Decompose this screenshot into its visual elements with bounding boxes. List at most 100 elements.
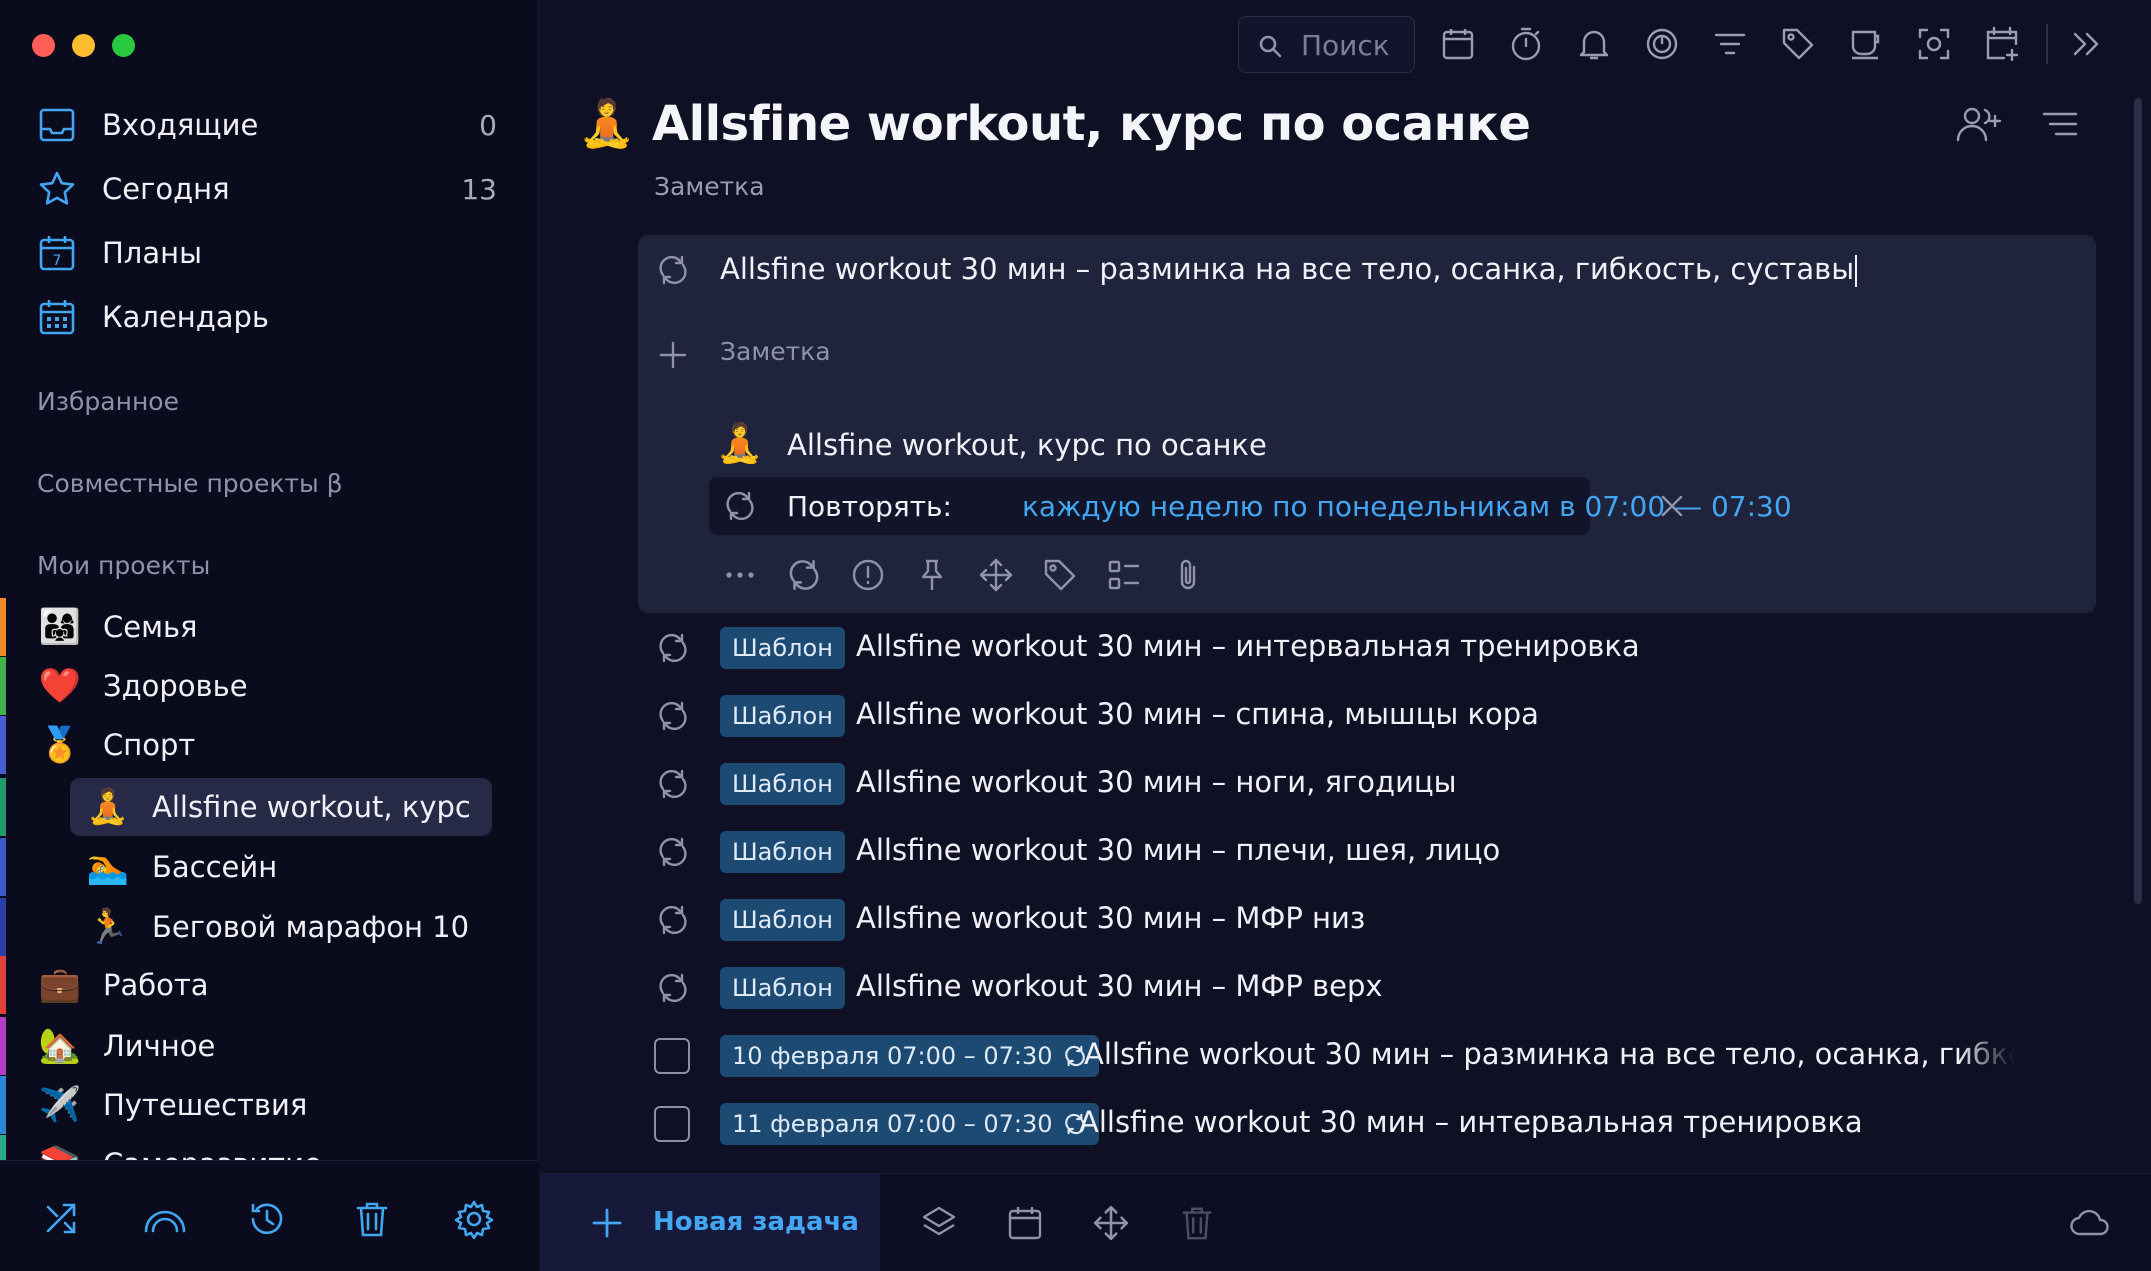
scrollbar-thumb[interactable] bbox=[2134, 98, 2142, 904]
project-allsfine[interactable]: 🧘 Allsfine workout, курс по осанке bbox=[0, 778, 539, 836]
project-color-bar bbox=[0, 1017, 6, 1075]
repeat-icon[interactable] bbox=[656, 253, 690, 287]
search-icon bbox=[1257, 33, 1283, 59]
repeat-icon bbox=[656, 767, 690, 801]
task-title[interactable]: Allsfine workout 30 мин – МФР верх bbox=[856, 969, 1383, 1003]
priority-icon[interactable] bbox=[850, 557, 886, 593]
trash-icon[interactable] bbox=[352, 1199, 392, 1239]
nav-label: Сегодня bbox=[102, 172, 230, 206]
nav-inbox[interactable]: Входящие 0 bbox=[0, 96, 539, 154]
project-label: Личное bbox=[103, 1029, 216, 1063]
move-icon[interactable] bbox=[1092, 1204, 1130, 1242]
task-row[interactable]: Шаблон Allsfine workout 30 мин – плечи, … bbox=[638, 818, 2096, 886]
task-title-input[interactable]: Allsfine workout 30 мин – разминка на вс… bbox=[720, 252, 1858, 287]
history-icon[interactable] bbox=[247, 1199, 287, 1239]
tag-icon[interactable] bbox=[1780, 26, 1816, 62]
pomodoro-icon[interactable] bbox=[1644, 26, 1680, 62]
project-health[interactable]: ❤️ Здоровье bbox=[0, 657, 539, 715]
task-row[interactable]: Шаблон Allsfine workout 30 мин – интерва… bbox=[638, 614, 2096, 682]
rainbow-icon[interactable] bbox=[143, 1199, 187, 1239]
inbox-icon bbox=[37, 105, 77, 145]
project-personal[interactable]: 🏡 Личное bbox=[0, 1017, 539, 1075]
task-row[interactable]: 10 февраля 07:00 – 07:30 Allsfine workou… bbox=[638, 1022, 2096, 1090]
project-marathon[interactable]: 🏃 Беговой марафон 10 км, 2024 bbox=[0, 898, 539, 956]
project-travel[interactable]: ✈️ Путешествия bbox=[0, 1076, 539, 1134]
cloud-icon[interactable] bbox=[2068, 1204, 2112, 1242]
close-window-button[interactable] bbox=[32, 34, 55, 57]
more-icon[interactable] bbox=[722, 557, 758, 593]
date-badge-text: 11 февраля 07:00 – 07:30 bbox=[732, 1110, 1053, 1138]
project-work[interactable]: 💼 Работа bbox=[0, 956, 539, 1014]
task-row[interactable]: Шаблон Allsfine workout 30 мин – МФР низ bbox=[638, 886, 2096, 954]
plus-icon[interactable] bbox=[658, 340, 688, 370]
pin-icon[interactable] bbox=[914, 557, 950, 593]
nav-count: 13 bbox=[461, 172, 497, 206]
nav-today[interactable]: Сегодня 13 bbox=[0, 160, 539, 218]
add-calendar-icon[interactable] bbox=[1984, 26, 2020, 62]
task-title[interactable]: Allsfine workout 30 мин – плечи, шея, ли… bbox=[856, 833, 1500, 867]
task-row[interactable]: 11 февраля 07:00 – 07:30 Allsfine workou… bbox=[638, 1090, 2096, 1158]
nav-label: Календарь bbox=[102, 300, 270, 334]
checklist-icon[interactable] bbox=[1106, 557, 1142, 593]
project-color-bar bbox=[0, 657, 6, 715]
minimize-window-button[interactable] bbox=[72, 34, 95, 57]
task-project-label[interactable]: Allsfine workout, курс по осанке bbox=[787, 428, 1267, 462]
screenshot-icon[interactable] bbox=[1916, 26, 1952, 62]
task-title[interactable]: Allsfine workout 30 мин – интервальная т… bbox=[1079, 1105, 1863, 1139]
repeat-icon[interactable] bbox=[786, 557, 822, 593]
task-editor-card[interactable]: Allsfine workout 30 мин – разминка на вс… bbox=[638, 235, 2096, 613]
timer-icon[interactable] bbox=[1508, 26, 1544, 62]
repeat-rule-pill[interactable]: Повторять: каждую неделю по понедельника… bbox=[709, 477, 1792, 535]
calendar-icon[interactable] bbox=[1006, 1204, 1044, 1242]
task-title[interactable]: Allsfine workout 30 мин – спина, мышцы к… bbox=[856, 697, 1539, 731]
task-row[interactable]: Шаблон Allsfine workout 30 мин – ноги, я… bbox=[638, 750, 2096, 818]
layers-icon[interactable] bbox=[920, 1204, 958, 1242]
sort-icon[interactable] bbox=[2040, 106, 2080, 142]
task-row[interactable]: Шаблон Allsfine workout 30 мин – МФР вер… bbox=[638, 954, 2096, 1022]
calendar-day-icon: 7 bbox=[37, 233, 77, 273]
task-title[interactable]: Allsfine workout 30 мин – МФР низ bbox=[856, 901, 1365, 935]
nav-calendar[interactable]: Календарь bbox=[0, 288, 539, 346]
my-projects-section[interactable]: Мои проекты bbox=[37, 551, 210, 580]
search-placeholder: Поиск bbox=[1301, 29, 1390, 62]
nav-label: Планы bbox=[102, 236, 202, 270]
nav-plans[interactable]: 7 Планы bbox=[0, 224, 539, 282]
task-title[interactable]: Allsfine workout 30 мин – интервальная т… bbox=[856, 629, 1640, 663]
new-task-button[interactable]: Новая задача bbox=[540, 1174, 880, 1271]
task-title[interactable]: Allsfine workout 30 мин – ноги, ягодицы bbox=[856, 765, 1457, 799]
settings-icon[interactable] bbox=[454, 1199, 494, 1239]
coffee-icon[interactable] bbox=[1848, 26, 1884, 62]
attachment-icon[interactable] bbox=[1170, 557, 1206, 593]
project-pool[interactable]: 🏊 Бассейн bbox=[0, 838, 539, 896]
note-input[interactable]: Заметка bbox=[720, 337, 831, 366]
chevrons-right-icon[interactable] bbox=[2068, 26, 2104, 62]
page-note[interactable]: Заметка bbox=[654, 172, 765, 201]
bell-icon[interactable] bbox=[1576, 26, 1612, 62]
date-badge[interactable]: 11 февраля 07:00 – 07:30 bbox=[720, 1103, 1099, 1145]
tag-icon[interactable] bbox=[1042, 557, 1078, 593]
shared-projects-section[interactable]: Совместные проекты β bbox=[37, 469, 343, 498]
calendar-icon[interactable] bbox=[1440, 26, 1476, 62]
close-icon[interactable] bbox=[1658, 492, 1686, 520]
shuffle-icon[interactable] bbox=[42, 1199, 82, 1239]
search-field[interactable]: Поиск bbox=[1238, 16, 1415, 73]
task-title[interactable]: Allsfine workout 30 мин – разминка на вс… bbox=[1084, 1037, 2014, 1071]
task-checkbox[interactable] bbox=[654, 1106, 690, 1142]
filter-icon[interactable] bbox=[1712, 26, 1748, 62]
page-title[interactable]: Allsfine workout, курс по осанке bbox=[652, 96, 1531, 152]
trash-icon[interactable] bbox=[1178, 1204, 1216, 1242]
move-icon[interactable] bbox=[978, 557, 1014, 593]
template-badge: Шаблон bbox=[720, 763, 845, 805]
project-sport[interactable]: 🏅 Спорт bbox=[0, 716, 539, 774]
add-user-icon[interactable] bbox=[1955, 104, 2005, 144]
favorites-section[interactable]: Избранное bbox=[37, 387, 179, 416]
plus-icon bbox=[590, 1206, 624, 1240]
task-row[interactable]: Шаблон Allsfine workout 30 мин – спина, … bbox=[638, 682, 2096, 750]
project-label: Работа bbox=[103, 968, 209, 1002]
zoom-window-button[interactable] bbox=[112, 34, 135, 57]
task-checkbox[interactable] bbox=[654, 1038, 690, 1074]
toolbar-divider bbox=[2046, 24, 2048, 64]
project-family[interactable]: 👨‍👩‍👧 Семья bbox=[0, 598, 539, 656]
repeat-label: Повторять: bbox=[787, 490, 952, 523]
date-badge[interactable]: 10 февраля 07:00 – 07:30 bbox=[720, 1035, 1099, 1077]
